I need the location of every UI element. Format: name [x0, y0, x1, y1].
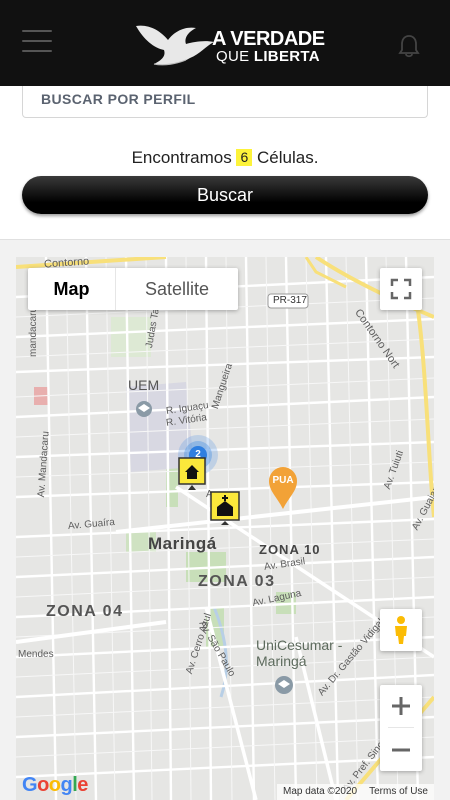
pua-label: PUA — [272, 475, 294, 486]
map-type-map[interactable]: Map — [28, 268, 116, 310]
results-count: Encontramos 6 Células. — [131, 148, 319, 167]
place-label: UEM — [128, 377, 160, 393]
menu-icon[interactable] — [22, 30, 52, 54]
house-marker-icon[interactable] — [178, 457, 206, 491]
zone-label: ZONA 03 — [198, 573, 276, 590]
map-type-control: Map Satellite — [28, 268, 238, 310]
street-label: Mendes — [18, 649, 54, 660]
pegman-icon — [395, 616, 407, 644]
profile-search-input[interactable]: BUSCAR POR PERFIL — [22, 86, 428, 118]
bell-icon[interactable] — [398, 34, 420, 58]
pua-marker[interactable]: PUA — [267, 465, 299, 511]
dove-icon — [136, 25, 214, 66]
zone-label: ZONA 04 — [46, 603, 124, 620]
map-view[interactable]: Contorno Contorno Nort PR-317 UEM R. Igu… — [16, 257, 434, 800]
highway-label: PR-317 — [273, 295, 307, 306]
minus-icon — [392, 748, 410, 752]
city-label: Maringá — [148, 534, 217, 553]
terms-link[interactable]: Terms of Use — [369, 786, 428, 797]
app-header: A VERDADE QUE LIBERTA — [0, 0, 450, 86]
street-view-button[interactable] — [380, 609, 422, 651]
fullscreen-button[interactable] — [380, 268, 422, 310]
pua-pin-icon — [269, 467, 297, 509]
plus-icon — [392, 697, 410, 715]
map-attribution: Map data ©2020 Terms of Use — [277, 784, 434, 800]
count-badge: 6 — [236, 149, 253, 166]
logo[interactable]: A VERDADE QUE LIBERTA — [134, 20, 334, 72]
zoom-out-button[interactable] — [380, 729, 422, 771]
zoom-divider — [388, 727, 414, 728]
search-panel: BUSCAR POR PERFIL Encontramos 6 Células.… — [0, 86, 450, 240]
zoom-in-button[interactable] — [380, 685, 422, 727]
street-label: mandacaru — [28, 306, 39, 357]
logo-title: A VERDADE — [212, 27, 325, 50]
church-marker-icon[interactable] — [210, 491, 240, 525]
place-label: UniCesumar - Maringá — [256, 637, 343, 669]
fullscreen-icon — [390, 278, 412, 300]
zoom-control — [380, 685, 422, 771]
zone-label: ZONA 10 — [259, 542, 321, 557]
logo-subtitle: QUE LIBERTA — [216, 47, 320, 65]
map-data-text: Map data ©2020 — [283, 786, 358, 797]
search-button[interactable]: Buscar — [22, 176, 428, 214]
google-logo[interactable]: Google — [22, 774, 88, 797]
map-type-satellite[interactable]: Satellite — [116, 268, 238, 310]
